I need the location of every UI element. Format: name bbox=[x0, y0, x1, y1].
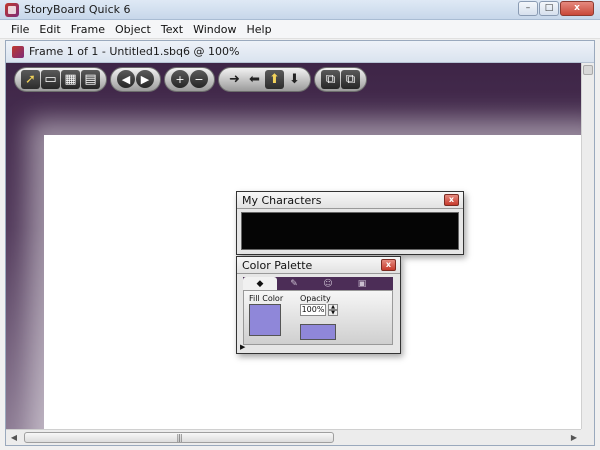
menu-edit[interactable]: Edit bbox=[34, 23, 65, 36]
toolbar-group-views: ➚ ▭ ▦ ▤ bbox=[14, 66, 107, 92]
pointer-icon[interactable]: ➚ bbox=[21, 69, 40, 89]
color-panel: Fill Color Opacity 100% ▲ ▼ bbox=[243, 290, 393, 345]
color-palette-close-button[interactable]: x bbox=[381, 259, 396, 271]
remove-icon[interactable]: − bbox=[190, 70, 208, 88]
paint-bucket-icon[interactable]: ◆ bbox=[243, 277, 277, 290]
prev-icon[interactable]: ◀ bbox=[117, 70, 135, 88]
next-icon[interactable]: ▶ bbox=[136, 70, 154, 88]
menu-object[interactable]: Object bbox=[110, 23, 156, 36]
face-icon[interactable]: ☺ bbox=[311, 277, 345, 290]
color-palette-titlebar[interactable]: Color Palette x bbox=[237, 257, 400, 274]
menu-text[interactable]: Text bbox=[156, 23, 188, 36]
toolbar-group-add: + − bbox=[164, 66, 215, 92]
horizontal-scrollbar[interactable]: ◀ ||| ▶ bbox=[6, 429, 582, 445]
menu-help[interactable]: Help bbox=[241, 23, 276, 36]
menu-bar: File Edit Frame Object Text Window Help bbox=[0, 20, 600, 39]
my-characters-palette: My Characters x bbox=[236, 191, 464, 255]
color-palette-title: Color Palette bbox=[242, 258, 313, 272]
fill-color-label: Fill Color bbox=[249, 294, 284, 303]
bring-forward-icon[interactable]: ⧉ bbox=[321, 69, 340, 89]
frame-toolbar: ➚ ▭ ▦ ▤ ◀ ▶ + − ➜ ⬅ ⬆ ⬇ ⧉ ⧉ bbox=[14, 66, 367, 92]
car-icon[interactable]: ▣ bbox=[345, 277, 379, 290]
horizontal-scroll-thumb[interactable]: ||| bbox=[24, 432, 334, 443]
add-icon[interactable]: + bbox=[171, 70, 189, 88]
toolbar-group-nav: ◀ ▶ bbox=[110, 66, 161, 92]
opacity-preview-swatch bbox=[300, 324, 336, 340]
my-characters-close-button[interactable]: x bbox=[444, 194, 459, 206]
document-titlebar: Frame 1 of 1 - Untitled1.sbq6 @ 100% bbox=[6, 41, 594, 63]
move-down-icon[interactable]: ⬇ bbox=[285, 70, 304, 89]
scroll-corner bbox=[581, 429, 594, 445]
scroll-left-icon[interactable]: ◀ bbox=[8, 432, 20, 443]
opacity-input[interactable]: 100% bbox=[300, 304, 326, 316]
document-icon bbox=[12, 45, 24, 58]
grid-view-icon[interactable]: ▦ bbox=[61, 69, 80, 89]
color-palette: Color Palette x ◆ ✎ ☺ ▣ Fill Color Opaci… bbox=[236, 256, 401, 354]
app-logo-icon bbox=[5, 2, 19, 17]
window-controls: – □ x bbox=[518, 1, 594, 16]
window-titlebar: StoryBoard Quick 6 – □ x bbox=[0, 0, 600, 20]
send-backward-icon[interactable]: ⧉ bbox=[341, 69, 360, 89]
maximize-button[interactable]: □ bbox=[539, 1, 559, 16]
opacity-label: Opacity bbox=[300, 294, 331, 303]
move-up-icon[interactable]: ⬆ bbox=[265, 69, 284, 89]
my-characters-titlebar[interactable]: My Characters x bbox=[237, 192, 463, 209]
move-right-icon[interactable]: ➜ bbox=[225, 70, 244, 89]
menu-frame[interactable]: Frame bbox=[66, 23, 110, 36]
palette-expand-icon[interactable]: ▶ bbox=[240, 343, 245, 351]
menu-window[interactable]: Window bbox=[188, 23, 241, 36]
color-palette-tabs: ◆ ✎ ☺ ▣ bbox=[243, 277, 393, 290]
vertical-scroll-thumb[interactable] bbox=[583, 65, 593, 75]
brush-icon[interactable]: ✎ bbox=[277, 277, 311, 290]
fill-color-swatch[interactable] bbox=[249, 304, 281, 336]
my-characters-title: My Characters bbox=[242, 193, 322, 207]
move-left-icon[interactable]: ⬅ bbox=[245, 70, 264, 89]
scroll-right-icon[interactable]: ▶ bbox=[568, 432, 580, 443]
toolbar-group-layer: ⧉ ⧉ bbox=[314, 66, 367, 92]
list-view-icon[interactable]: ▤ bbox=[81, 69, 100, 89]
toolbar-group-move: ➜ ⬅ ⬆ ⬇ bbox=[218, 66, 311, 92]
characters-list[interactable] bbox=[241, 212, 459, 250]
frame-view-icon[interactable]: ▭ bbox=[41, 69, 60, 89]
minimize-button[interactable]: – bbox=[518, 1, 538, 16]
document-title: Frame 1 of 1 - Untitled1.sbq6 @ 100% bbox=[29, 45, 240, 58]
menu-file[interactable]: File bbox=[6, 23, 34, 36]
window-title: StoryBoard Quick 6 bbox=[24, 3, 131, 16]
vertical-scrollbar[interactable] bbox=[581, 63, 594, 429]
close-button[interactable]: x bbox=[560, 1, 594, 16]
opacity-down-icon[interactable]: ▼ bbox=[328, 310, 338, 316]
